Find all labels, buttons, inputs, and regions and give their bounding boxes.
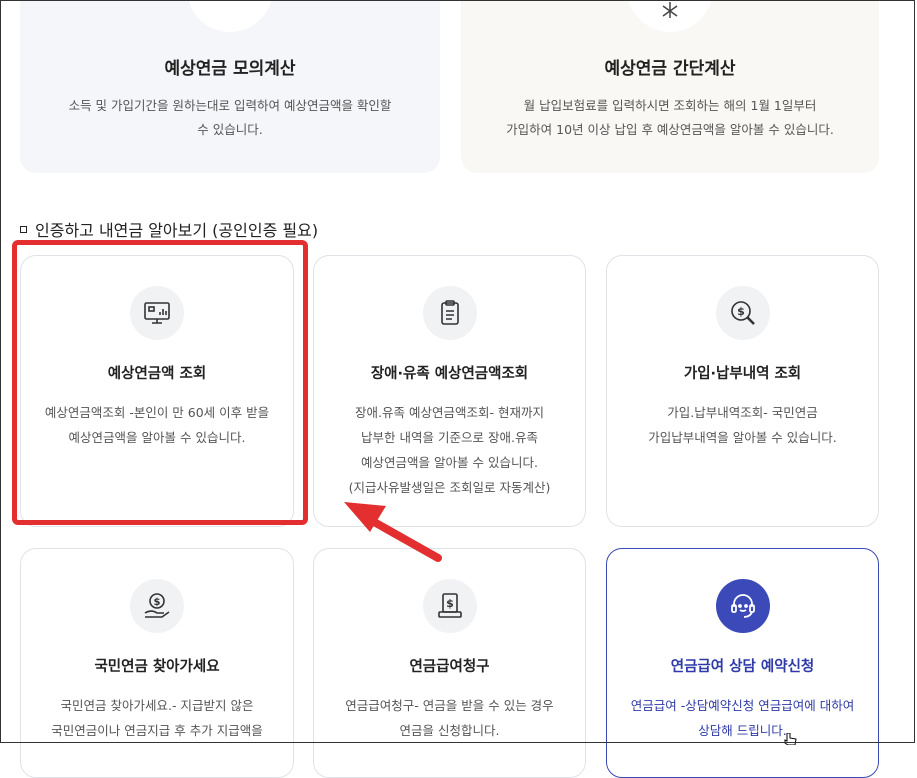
card-desc: 소득 및 가입기간을 원하는대로 입력하여 예상연금액을 확인할 수 있습니다. <box>68 98 392 137</box>
card-icon-circle: $ <box>130 579 184 633</box>
section-title: 인증하고 내연금 알아보기 (공인인증 필요) <box>20 217 318 241</box>
card-desc: 가입.납부내역조회- 국민연금 가입납부내역을 알아볼 수 있습니다. <box>648 405 837 445</box>
card-desc: 월 납입보험료를 입력하시면 조회하는 해의 1월 1일부터 가입하여 10년 … <box>506 98 834 137</box>
hand-coin-icon: $ <box>144 593 170 618</box>
card-icon-circle <box>627 0 713 32</box>
card-title: 연금급여청구 <box>409 659 490 675</box>
simulation-calc-card[interactable]: 예상연금 모의계산 소득 및 가입기간을 원하는대로 입력하여 예상연금액을 확… <box>20 0 440 173</box>
asterisk-icon <box>662 2 678 18</box>
card-title: 예상연금 모의계산 <box>164 59 296 79</box>
consultation-reservation-card[interactable]: 연금급여 상담 예약신청 연금급여 -상담예약신청 연금급여에 대하여 상담해 … <box>606 548 879 778</box>
red-highlight-box <box>12 240 308 525</box>
bullet-icon <box>20 225 27 233</box>
svg-text:$: $ <box>737 305 745 318</box>
hand-cursor-icon <box>784 733 797 745</box>
card-desc: 연금급여청구- 연금을 받을 수 있는 경우 연금을 신청합니다. <box>345 698 554 738</box>
card-icon-circle <box>715 579 770 633</box>
card-title: 가입·납부내역 조회 <box>683 366 802 382</box>
pension-claim-card[interactable]: $ 연금급여청구 연금급여청구- 연금을 받을 수 있는 경우 연금을 신청합니… <box>313 548 586 778</box>
card-title: 연금급여 상담 예약신청 <box>670 659 815 675</box>
headset-icon <box>730 594 755 618</box>
document-dollar-icon: $ <box>437 593 462 618</box>
card-icon-circle <box>422 286 477 340</box>
card-title: 장애·유족 예상연금액조회 <box>370 366 529 382</box>
card-title: 예상연금 간단계산 <box>604 59 736 79</box>
card-icon-circle <box>187 0 273 32</box>
svg-text:$: $ <box>154 597 161 608</box>
card-desc: 국민연금 찾아가세요.- 지급받지 않은 국민연금이나 연금지급 후 추가 지급… <box>51 698 263 738</box>
card-desc: 장애.유족 예상연금액조회- 현재까지 납부한 내역을 기준으로 장애.유족 예… <box>348 405 551 495</box>
disability-survivor-card[interactable]: 장애·유족 예상연금액조회 장애.유족 예상연금액조회- 현재까지 납부한 내역… <box>313 255 586 527</box>
clipboard-icon <box>440 300 459 325</box>
card-title: 국민연금 찾아가세요 <box>94 659 220 675</box>
svg-text:$: $ <box>446 597 454 610</box>
card-icon-circle: $ <box>422 579 477 633</box>
find-pension-card[interactable]: $ 국민연금 찾아가세요 국민연금 찾아가세요.- 지급받지 않은 국민연금이나… <box>20 548 294 778</box>
magnifier-dollar-icon: $ <box>730 301 755 325</box>
simple-calc-card[interactable]: 예상연금 간단계산 월 납입보험료를 입력하시면 조회하는 해의 1월 1일부터… <box>461 0 879 173</box>
card-icon-circle: $ <box>715 286 770 340</box>
subscription-payment-card[interactable]: $ 가입·납부내역 조회 가입.납부내역조회- 국민연금 가입납부내역을 알아볼… <box>606 255 879 527</box>
card-desc: 연금급여 -상담예약신청 연금급여에 대하여 상담해 드립니다. <box>630 698 855 738</box>
red-arrow-annotation <box>344 502 442 562</box>
